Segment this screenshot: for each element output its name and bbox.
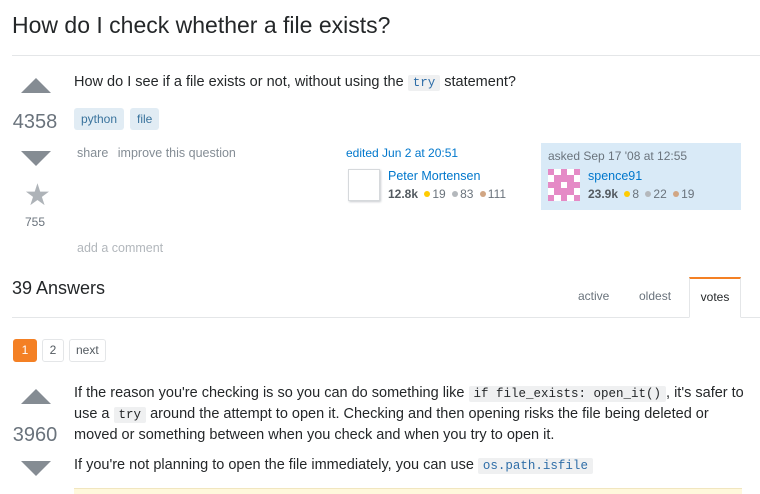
asker-reputation: 23.9k <box>588 187 619 201</box>
inline-code: os.path.isfile <box>477 458 593 474</box>
tab-votes[interactable]: votes <box>689 277 741 318</box>
favorite-count: 755 <box>24 215 46 229</box>
question-vote-count: 4358 <box>12 111 58 133</box>
editor-gold-count: 19 <box>432 187 446 201</box>
pager-next[interactable]: next <box>69 339 106 362</box>
improve-question-link[interactable]: improve this question <box>118 146 236 160</box>
asked-timestamp: asked Sep 17 '08 at 12:55 <box>548 149 688 163</box>
asker-silver-count: 22 <box>653 187 667 201</box>
gold-badge-icon <box>624 191 631 198</box>
pager-page-2[interactable]: 2 <box>42 339 64 362</box>
answers-count: 39 Answers <box>12 278 106 298</box>
silver-badge-icon <box>645 191 652 198</box>
post-menu: share improve this question <box>77 146 242 160</box>
edited-timestamp[interactable]: edited Jun 2 at 20:51 <box>346 146 536 160</box>
tab-active[interactable]: active <box>578 289 609 303</box>
tag-python[interactable]: python <box>74 108 125 130</box>
inline-code: if file_exists: open_it() <box>468 386 667 402</box>
question-body: How do I see if a file exists or not, wi… <box>74 72 744 93</box>
add-comment-link[interactable]: add a comment <box>77 241 163 255</box>
answer-text: around the attempt to open it. Checking … <box>74 406 709 443</box>
editor-avatar[interactable] <box>348 169 380 201</box>
question-body-text-end: statement? <box>444 74 516 90</box>
asker-bronze-count: 19 <box>681 187 695 201</box>
code-block-preview <box>74 488 742 494</box>
asker-name[interactable]: spence91 <box>588 169 642 183</box>
asker-gold-count: 8 <box>632 187 640 201</box>
answer-downvote-icon[interactable] <box>21 461 51 476</box>
inline-code: try <box>407 75 441 91</box>
favorite-star-icon[interactable]: ★ <box>24 181 51 211</box>
editor-stats: 12.8k 19 83 111 <box>388 187 506 201</box>
asker-avatar[interactable] <box>548 169 580 201</box>
editor-name[interactable]: Peter Mortensen <box>388 169 480 183</box>
bronze-badge-icon <box>673 191 680 198</box>
editor-signature: edited Jun 2 at 20:51 Peter Mortensen 12… <box>346 146 536 201</box>
answer-vote-count: 3960 <box>12 424 58 446</box>
asker-stats: 23.9k 8 22 19 <box>588 187 694 201</box>
inline-code: try <box>113 407 147 423</box>
editor-reputation: 12.8k <box>388 187 419 201</box>
silver-badge-icon <box>452 191 459 198</box>
editor-silver-count: 83 <box>460 187 474 201</box>
editor-bronze-count: 111 <box>487 187 507 201</box>
page-title[interactable]: How do I check whether a file exists? <box>12 12 390 39</box>
answer-text: If the reason you're checking is so you … <box>74 385 465 401</box>
answer-text: If you're not planning to open the file … <box>74 457 474 473</box>
tabs-divider <box>12 317 760 318</box>
answer-paragraph-1: If the reason you're checking is so you … <box>74 383 744 445</box>
question-upvote-icon[interactable] <box>21 78 51 93</box>
gold-badge-icon <box>424 191 431 198</box>
asker-signature: asked Sep 17 '08 at 12:55 spence91 23.9k… <box>541 143 741 210</box>
tab-oldest[interactable]: oldest <box>639 289 671 303</box>
share-link[interactable]: share <box>77 146 108 160</box>
answer-paragraph-2: If you're not planning to open the file … <box>74 455 744 476</box>
pager-page-1[interactable]: 1 <box>13 339 37 362</box>
question-downvote-icon[interactable] <box>21 151 51 166</box>
question-body-text: How do I see if a file exists or not, wi… <box>74 74 404 90</box>
answer-upvote-icon[interactable] <box>21 389 51 404</box>
title-divider <box>12 55 760 56</box>
bronze-badge-icon <box>479 191 486 198</box>
tag-file[interactable]: file <box>130 108 160 130</box>
